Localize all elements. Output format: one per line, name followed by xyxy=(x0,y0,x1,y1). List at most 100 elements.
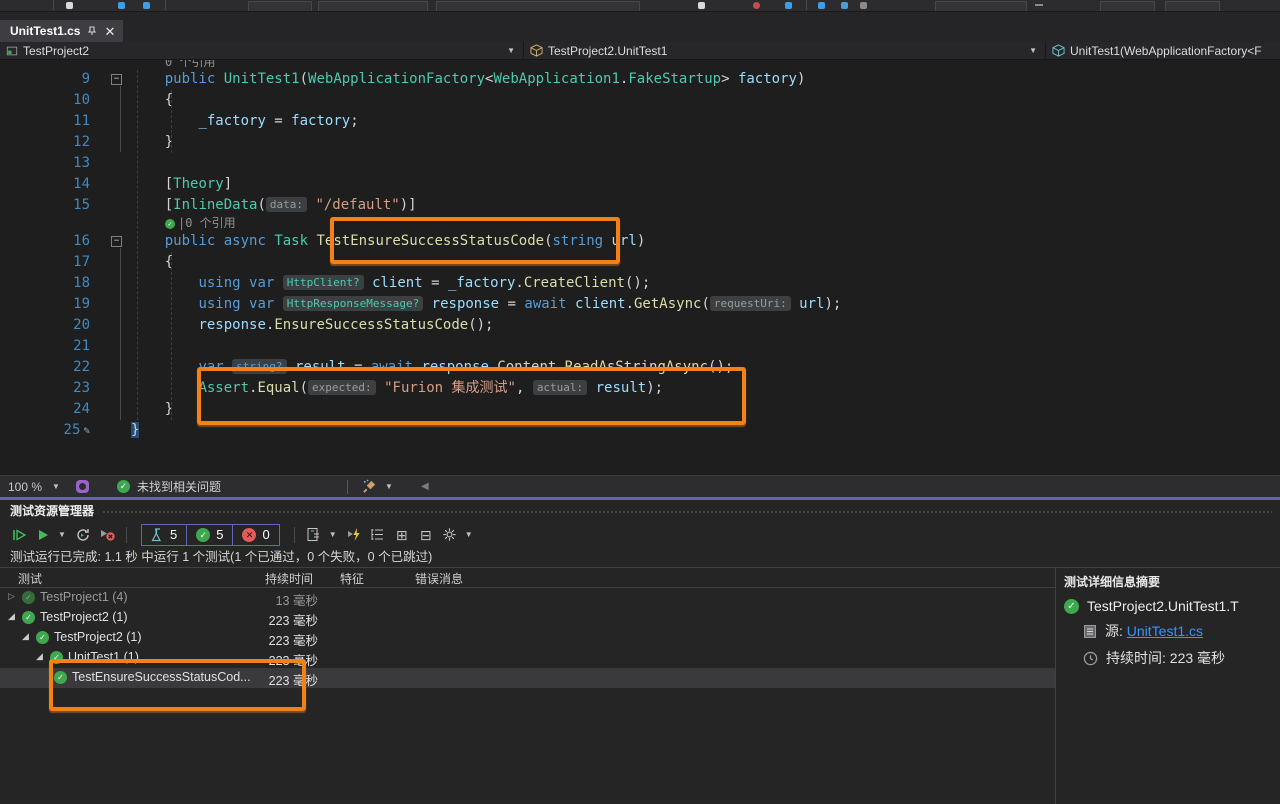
breadcrumb-member[interactable]: UnitTest1(WebApplicationFactory<F xyxy=(1046,42,1280,59)
expand-all-icon[interactable]: ⊞ xyxy=(393,526,411,544)
pin-icon[interactable] xyxy=(87,26,97,36)
code-line[interactable]: 9 − public UnitTest1(WebApplicationFactor… xyxy=(0,69,1280,90)
code-line[interactable]: 23 Assert.Equal(expected: "Furion 集成测试",… xyxy=(0,378,1280,399)
tab-unittest1[interactable]: UnitTest1.cs ✕ xyxy=(0,20,123,42)
line-number[interactable]: 18 xyxy=(0,273,90,294)
line-number[interactable]: 21 xyxy=(0,336,90,357)
document-health[interactable]: ✓ 未找到相关问题 xyxy=(117,478,221,495)
code-text[interactable]: using var HttpClient? client = _factory.… xyxy=(131,273,650,294)
zoom-selector[interactable]: 100 % ▼ xyxy=(0,480,70,494)
panel-drag-handle[interactable] xyxy=(102,510,1272,515)
code-line[interactable]: 10 { xyxy=(0,90,1280,111)
test-tree-row[interactable]: ▷✓TestProject1 (4)13 毫秒 xyxy=(0,588,1055,608)
toolbar-dropdown[interactable] xyxy=(436,1,640,11)
toolbar-icon[interactable] xyxy=(818,2,825,9)
presence-icon[interactable] xyxy=(76,480,89,493)
code-line[interactable]: 20 response.EnsureSuccessStatusCode(); xyxy=(0,315,1280,336)
code-line[interactable]: 25✎} xyxy=(0,420,1280,441)
hscroll-left-arrow[interactable]: ◀ xyxy=(421,481,429,492)
code-text[interactable]: [Theory] xyxy=(131,174,232,195)
toolbar-dropdown[interactable] xyxy=(248,1,312,11)
line-number[interactable]: 11 xyxy=(0,111,90,132)
toolbar-icon[interactable] xyxy=(143,2,150,9)
column-traits[interactable]: 特征 xyxy=(340,570,364,587)
code-text[interactable]: using var HttpResponseMessage? response … xyxy=(131,294,841,315)
line-number[interactable]: 24 xyxy=(0,399,90,420)
chevron-down-icon[interactable]: ▼ xyxy=(58,530,68,539)
settings-gear-icon[interactable] xyxy=(441,526,459,544)
toolbar-dropdown[interactable] xyxy=(1165,1,1220,11)
collapse-arrow-icon[interactable]: ◢ xyxy=(36,651,43,662)
source-file-link[interactable]: UnitTest1.cs xyxy=(1127,623,1203,639)
toolbar-icon[interactable] xyxy=(860,2,867,9)
line-number[interactable]: 25✎ xyxy=(0,420,90,441)
toolbar-dropdown[interactable] xyxy=(935,1,1027,11)
code-line[interactable]: 18 using var HttpClient? client = _facto… xyxy=(0,273,1280,294)
column-error[interactable]: 错误消息 xyxy=(415,570,463,587)
playlist-button[interactable] xyxy=(305,526,323,544)
test-tree-row[interactable]: ◢✓TestProject2 (1)223 毫秒 xyxy=(0,628,1055,648)
toolbar-dropdown[interactable] xyxy=(1100,1,1155,11)
toolbar-icon[interactable] xyxy=(698,2,705,9)
cancel-run-button[interactable] xyxy=(98,526,116,544)
line-number[interactable]: 22 xyxy=(0,357,90,378)
column-duration[interactable]: 持续时间 xyxy=(265,570,313,587)
filter-total[interactable]: 5 xyxy=(142,525,187,545)
breadcrumb-type[interactable]: TestProject2.UnitTest1 ▼ xyxy=(524,42,1046,59)
test-tree-row[interactable]: ◢✓TestProject2 (1)223 毫秒 xyxy=(0,608,1055,628)
run-all-tests-button[interactable] xyxy=(10,526,28,544)
line-number[interactable]: 16 xyxy=(0,231,90,252)
fold-toggle[interactable]: − xyxy=(111,236,122,247)
code-line[interactable]: 22 var string? result = await response.C… xyxy=(0,357,1280,378)
line-number[interactable]: 13 xyxy=(0,153,90,174)
repeat-last-run-button[interactable] xyxy=(74,526,92,544)
filter-failed[interactable]: ✕ 0 xyxy=(233,525,278,545)
expand-arrow-icon[interactable]: ▷ xyxy=(8,591,15,602)
toolbar-dropdown[interactable] xyxy=(318,1,428,11)
collapse-arrow-icon[interactable]: ◢ xyxy=(8,611,15,622)
code-text[interactable]: public UnitTest1(WebApplicationFactory<W… xyxy=(131,69,805,90)
code-line[interactable]: 11 _factory = factory; xyxy=(0,111,1280,132)
code-line[interactable]: 15 [InlineData(data: "/default")] xyxy=(0,195,1280,216)
code-line[interactable]: 17 { xyxy=(0,252,1280,273)
code-cleanup-button[interactable]: ▼ xyxy=(362,479,393,494)
code-text[interactable]: } xyxy=(131,420,139,441)
code-text[interactable]: response.EnsureSuccessStatusCode(); xyxy=(131,315,493,336)
code-line[interactable]: 16− public async Task TestEnsureSuccessS… xyxy=(0,231,1280,252)
toolbar-icon[interactable] xyxy=(841,2,848,9)
line-number[interactable]: 9 xyxy=(0,69,90,90)
toolbar-icon[interactable] xyxy=(118,2,125,9)
save-icon[interactable] xyxy=(66,2,73,9)
line-number[interactable]: 23 xyxy=(0,378,90,399)
code-line[interactable]: 13 xyxy=(0,153,1280,174)
test-tree-row[interactable]: ✓TestEnsureSuccessStatusCod...223 毫秒 xyxy=(0,668,1055,688)
run-until-failure-button[interactable] xyxy=(345,526,363,544)
line-number[interactable]: 10 xyxy=(0,90,90,111)
line-number[interactable]: 20 xyxy=(0,315,90,336)
run-button[interactable] xyxy=(34,526,52,544)
code-line[interactable]: 12 } xyxy=(0,132,1280,153)
code-line[interactable]: 19 using var HttpResponseMessage? respon… xyxy=(0,294,1280,315)
group-by-button[interactable] xyxy=(369,526,387,544)
column-test[interactable]: 测试 xyxy=(18,570,42,587)
toolbar-icon[interactable] xyxy=(785,2,792,9)
line-number[interactable]: 15 xyxy=(0,195,90,216)
collapse-arrow-icon[interactable]: ◢ xyxy=(22,631,29,642)
code-line[interactable]: 21 xyxy=(0,336,1280,357)
stop-icon[interactable] xyxy=(753,2,760,9)
line-number[interactable]: 12 xyxy=(0,132,90,153)
collapse-all-icon[interactable]: ⊟ xyxy=(417,526,435,544)
code-text[interactable]: [InlineData(data: "/default")] xyxy=(131,195,417,216)
code-editor[interactable]: 0 个引用 9− public UnitTest1(WebApplication… xyxy=(0,60,1280,475)
code-line[interactable]: 14 [Theory] xyxy=(0,174,1280,195)
filter-passed[interactable]: ✓ 5 xyxy=(187,525,233,545)
code-text[interactable]: var string? result = await response.Cont… xyxy=(131,357,733,378)
line-number[interactable]: 14 xyxy=(0,174,90,195)
test-tree-row[interactable]: ◢✓UnitTest1 (1)223 毫秒 xyxy=(0,648,1055,668)
close-icon[interactable]: ✕ xyxy=(104,25,115,38)
breadcrumb-project[interactable]: TestProject2 ▼ xyxy=(0,42,524,59)
line-number[interactable]: 17 xyxy=(0,252,90,273)
fold-toggle[interactable]: − xyxy=(111,74,122,85)
code-text[interactable]: _factory = factory; xyxy=(131,111,359,132)
line-number[interactable]: 19 xyxy=(0,294,90,315)
